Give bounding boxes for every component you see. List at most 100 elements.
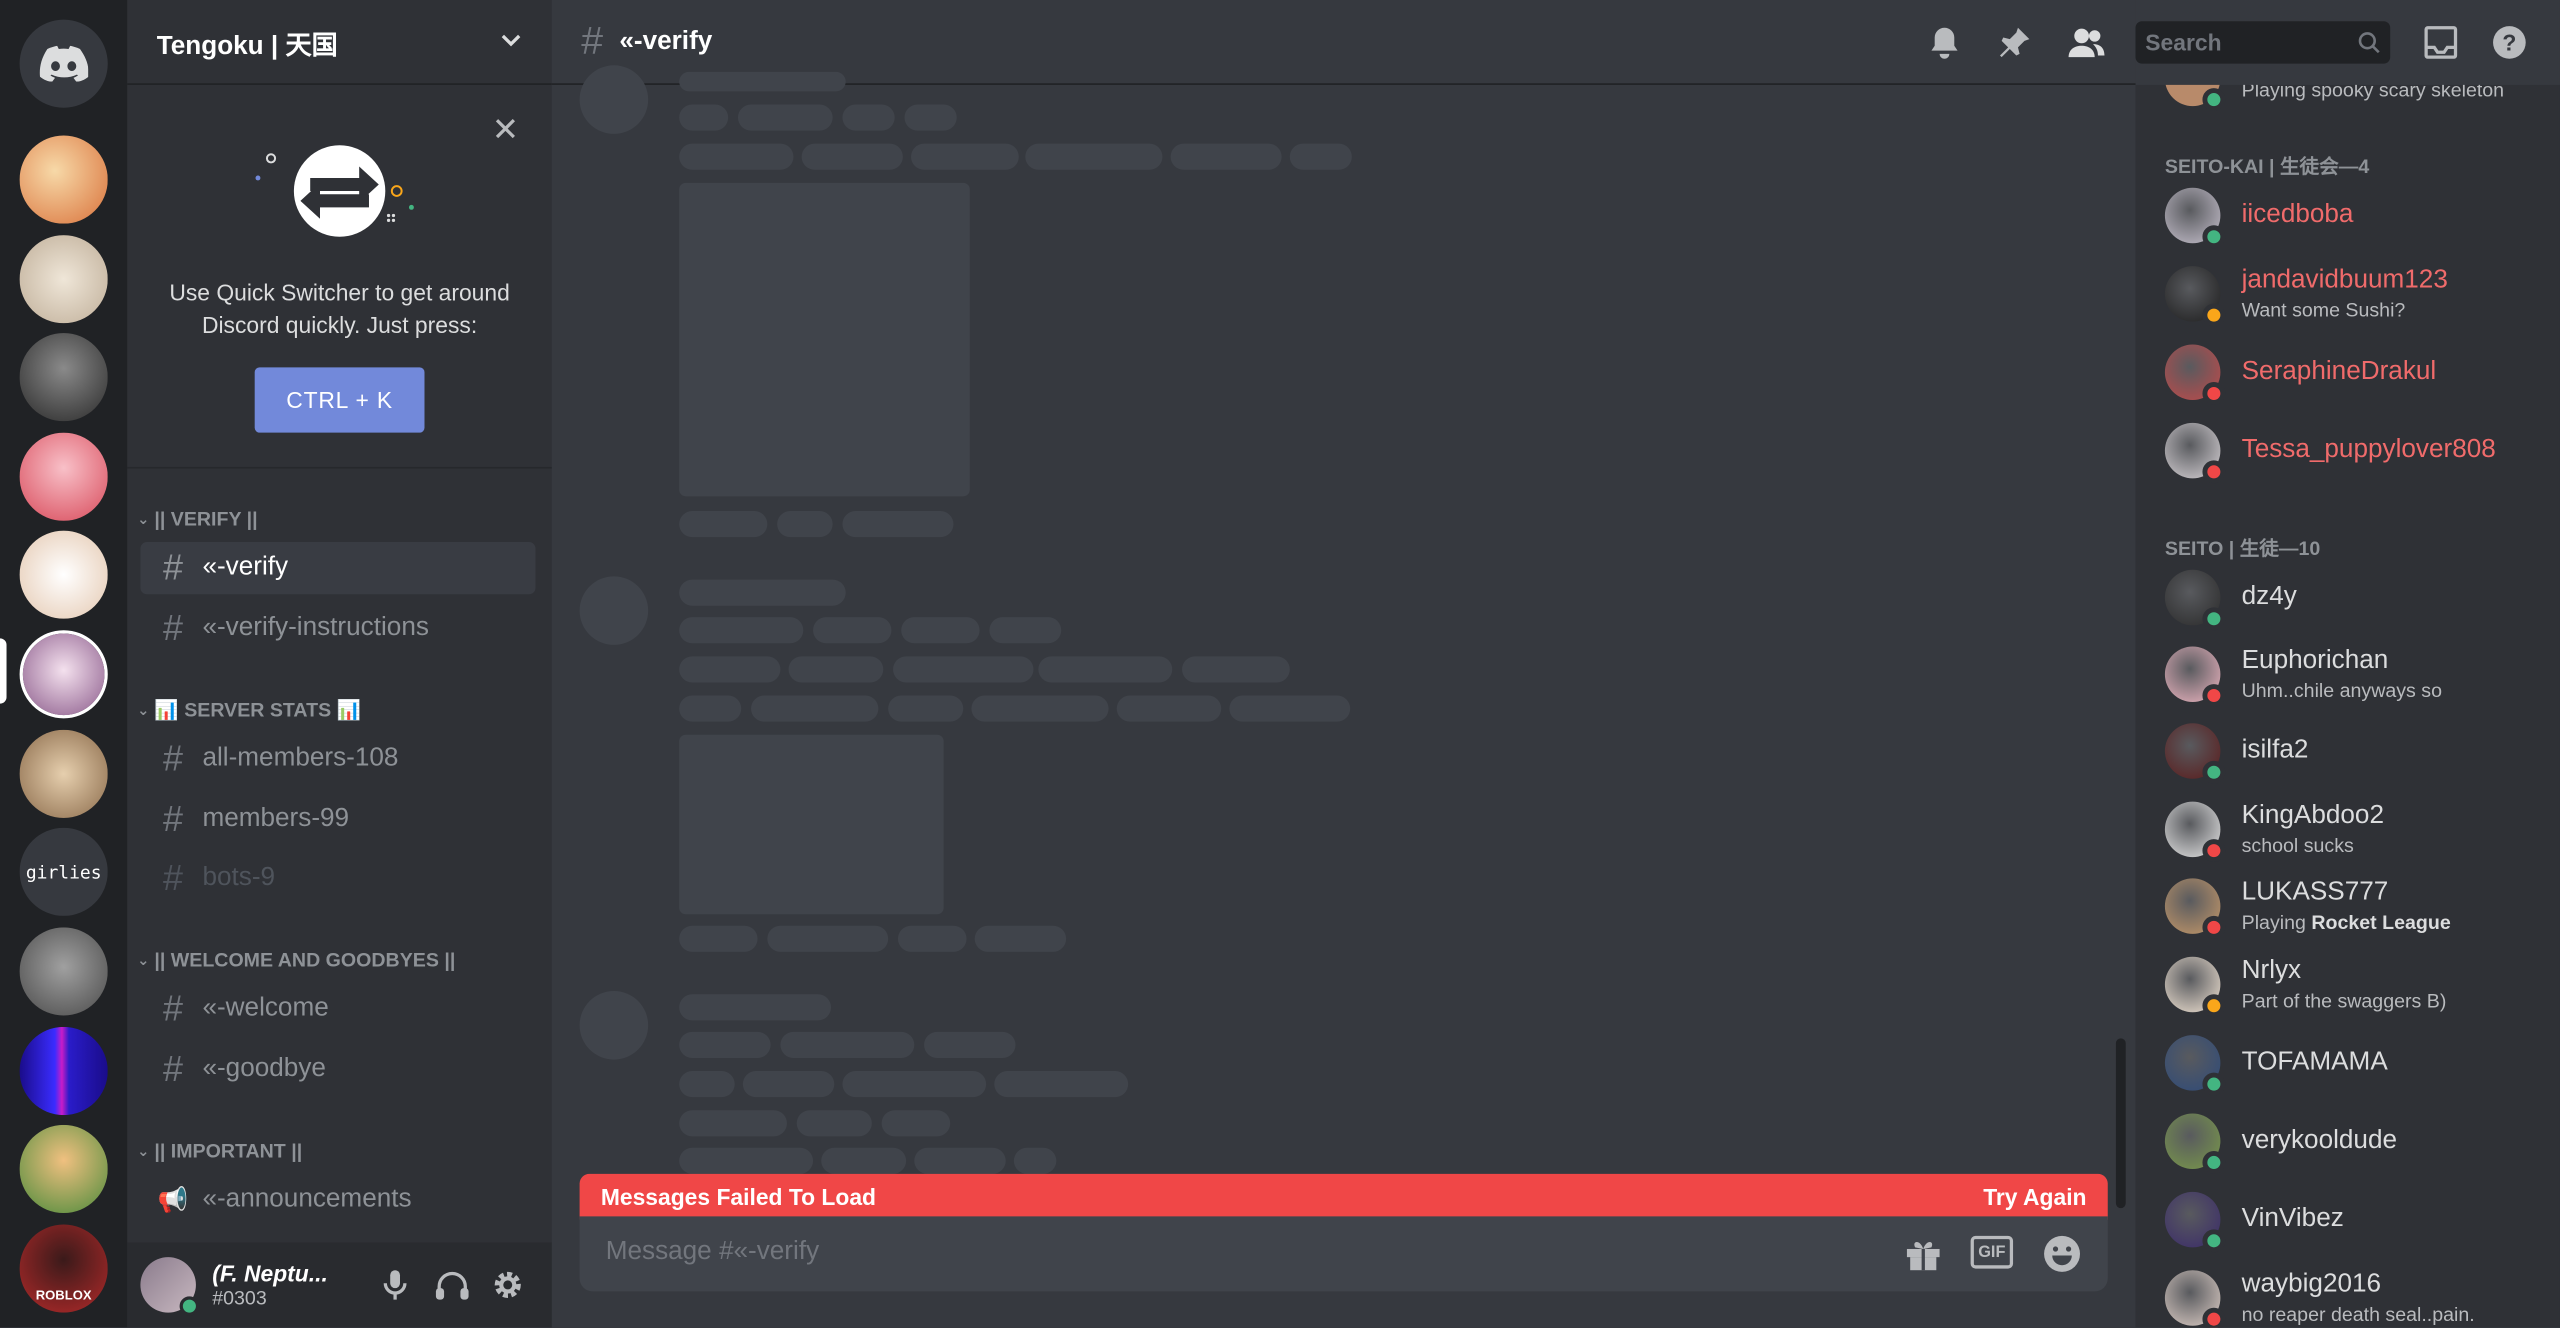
channel-label: «-welcome [202,994,329,1023]
server-rail: girlies ROBLOX [0,0,128,1328]
switch-arrows-icon [255,145,414,237]
search-input[interactable]: Search [2135,21,2391,64]
channel-goodbye[interactable]: # «-goodbye [140,1043,535,1095]
quick-switcher-button[interactable]: CTRL + K [254,367,425,433]
channel-members[interactable]: # members-99 [140,793,535,845]
microphone-icon[interactable] [382,1269,408,1302]
member-item[interactable]: VinVibez [2164,1187,2550,1256]
member-item[interactable]: dz4y [2164,565,2550,634]
member-list: Playing spooky scary skeleton SEITO-KAI … [2135,84,2560,1328]
member-group-label: SEITO | 生徒—10 [2164,537,2321,560]
server-label: girlies [19,827,108,916]
status-icon [2202,760,2226,784]
channel-verify-instructions[interactable]: # «-verify-instructions [140,602,535,654]
emoji-icon[interactable] [2042,1234,2081,1273]
member-activity: no reaper death seal..pain. [2241,1302,2475,1326]
gear-icon[interactable] [491,1269,524,1302]
server-icon[interactable] [19,1026,108,1116]
server-icon[interactable] [19,235,108,324]
pin-icon[interactable] [1997,24,2033,60]
server-icon[interactable] [19,333,108,422]
guild-name: Tengoku | 天国 [156,31,338,60]
category-label: || IMPORTANT || [154,1139,303,1163]
server-icon[interactable] [19,1124,108,1214]
status-icon [2202,1072,2226,1096]
search-placeholder: Search [2145,29,2222,56]
chat-area: # «-verify Search ? Messages Failed To L… [551,0,2526,1328]
quick-switcher-tip: ✕ Use Quick Switcher to get around Disco… [127,87,552,469]
activity-game: Rocket League [2311,911,2451,934]
server-icon[interactable] [19,135,108,224]
status-icon [2202,915,2226,939]
channel-label: «-announcements [202,1185,412,1214]
channel-welcome[interactable]: # «-welcome [140,983,535,1035]
server-icon-roblox[interactable]: ROBLOX [19,1224,108,1313]
status-icon [2202,684,2226,707]
server-icon-girlies[interactable]: girlies [19,827,108,916]
member-item[interactable]: Playing spooky scary skeleton [2164,84,2550,114]
channel-verify[interactable]: # «-verify [140,542,536,595]
try-again-button[interactable]: Try Again [1983,1184,2086,1210]
channel-label: «-verify [202,553,289,582]
members-icon[interactable] [2067,24,2106,60]
scrollbar[interactable] [2115,1038,2126,1209]
gif-button[interactable]: GIF [1970,1235,2014,1269]
user-tag: #0303 [212,1286,267,1310]
channel-bots[interactable]: # bots-9 [140,852,535,904]
member-name: dz4y [2241,582,2297,611]
member-item[interactable]: SeraphineDrakul [2164,340,2550,409]
username: (F. Neptu... [212,1260,328,1287]
server-icon[interactable] [19,729,108,818]
server-icon[interactable] [19,432,108,521]
server-icon-tengoku[interactable] [19,630,108,719]
category-important[interactable]: ⌄ || IMPORTANT || [137,1140,302,1163]
status-icon [2202,1151,2226,1174]
help-icon[interactable]: ? [2491,24,2527,60]
svg-text:?: ? [2502,30,2516,56]
selected-server-pill [0,638,7,704]
category-label: 📊 SERVER STATS 📊 [154,698,362,722]
user-panel: (F. Neptu... #0303 [127,1242,552,1328]
server-icon[interactable] [19,530,108,619]
category-server-stats[interactable]: ⌄ 📊 SERVER STATS 📊 [137,699,361,722]
member-name: verykooldude [2241,1126,2398,1155]
member-item[interactable]: Nrlyx Part of the swaggers B) [2164,952,2550,1021]
status-icon [2202,303,2226,327]
category-verify[interactable]: ⌄ || VERIFY || [137,508,257,531]
member-activity: Playing Rocket League [2242,911,2451,934]
close-icon[interactable]: ✕ [492,109,519,150]
message-input[interactable] [605,1237,1847,1267]
member-item[interactable]: TOFAMAMA [2164,1030,2550,1099]
member-item[interactable]: LUKASS777 Playing Rocket League [2164,873,2550,942]
status-icon [2202,994,2226,1018]
channel-all-members[interactable]: # all-members-108 [140,733,535,785]
member-item[interactable]: KingAbdoo2 school sucks [2164,797,2550,866]
member-name: iicedboba [2241,200,2354,229]
member-item[interactable]: isilfa2 [2164,718,2550,787]
channel-sidebar: Tengoku | 天国 ✕ Use Quick Switcher to get… [127,0,552,1328]
bell-icon[interactable] [1927,24,1963,60]
guild-header[interactable]: Tengoku | 天国 [127,0,552,85]
member-item[interactable]: Tessa_puppylover808 [2164,418,2550,487]
category-welcome-goodbyes[interactable]: ⌄ || WELCOME AND GOODBYES || [137,949,455,972]
server-icon[interactable] [19,927,108,1016]
hash-icon: # [163,546,184,588]
channel-label: members-99 [202,804,350,833]
status-icon [2202,225,2226,249]
status-icon [2202,1229,2226,1253]
member-name: waybig2016 [2241,1270,2382,1298]
avatar[interactable] [140,1257,200,1316]
channel-announcements[interactable]: 📢 «-announcements [140,1174,535,1226]
member-item[interactable]: verykooldude [2164,1109,2550,1178]
member-item[interactable]: Euphorichan Uhm..chile anyways so [2164,642,2550,711]
user-info[interactable]: (F. Neptu... #0303 [212,1260,367,1309]
inbox-icon[interactable] [2423,24,2459,60]
member-item[interactable]: jandavidbuum123 Want some Sushi? [2164,261,2550,330]
message-composer: GIF [579,1216,2108,1292]
member-item[interactable]: iicedboba [2164,183,2550,252]
discord-home-icon[interactable] [19,19,108,108]
channel-label: bots-9 [202,863,276,892]
headphones-icon[interactable] [434,1269,470,1302]
gift-icon[interactable] [1904,1234,1943,1273]
member-item[interactable]: waybig2016 no reaper death seal..pain. [2164,1265,2550,1328]
